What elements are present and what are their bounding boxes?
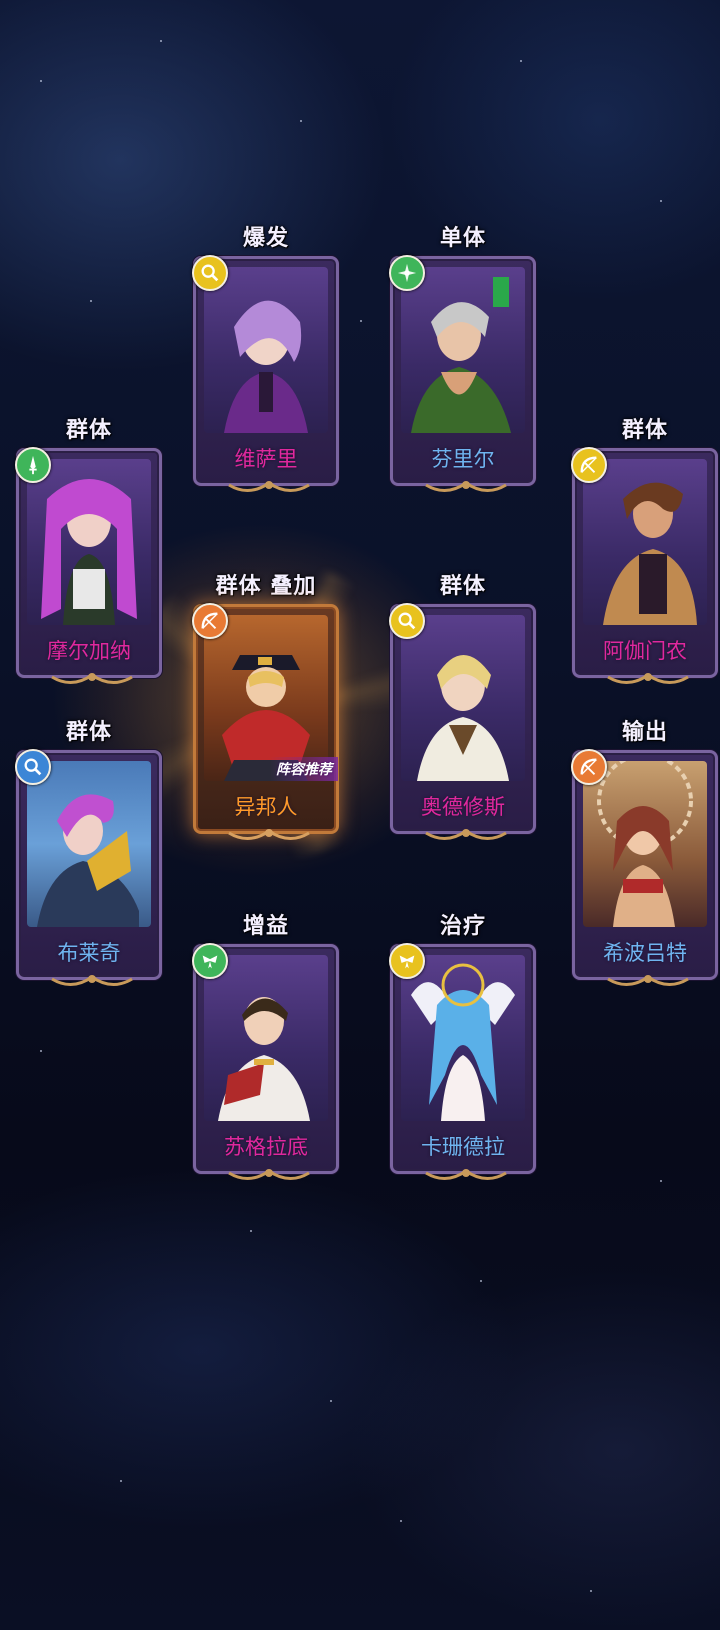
hero-role: 输出 bbox=[621, 719, 668, 745]
hero-card-agamennon[interactable]: 群体 阿伽门农 bbox=[571, 417, 718, 684]
hero-role: 群体 bbox=[439, 573, 486, 599]
hero-role: 群体 bbox=[65, 417, 112, 443]
hero-role: 群体 bbox=[65, 719, 112, 745]
wings-icon bbox=[192, 943, 228, 979]
card-ornament bbox=[228, 481, 310, 492]
card-ornament bbox=[51, 673, 133, 684]
hero-role: 群体 bbox=[621, 417, 668, 443]
hero-name: 维萨里 bbox=[234, 447, 298, 471]
hero-name: 苏格拉底 bbox=[224, 1135, 308, 1159]
hero-name: 芬里尔 bbox=[431, 447, 495, 471]
bow-icon bbox=[571, 447, 607, 483]
card-ornament bbox=[228, 829, 310, 840]
card-ornament bbox=[51, 975, 133, 986]
card-ornament bbox=[607, 673, 689, 684]
hero-name: 异邦人 bbox=[234, 795, 298, 819]
hero-role: 增益 bbox=[242, 913, 289, 939]
hero-card-sugeladi[interactable]: 增益 苏格拉底 bbox=[192, 913, 339, 1180]
hero-name: 摩尔加纳 bbox=[47, 639, 131, 663]
hero-card-xibolute[interactable]: 输出 希波吕特 bbox=[571, 719, 718, 986]
hero-card-moerjiana[interactable]: 群体 摩尔加纳 bbox=[15, 417, 162, 684]
hero-portrait bbox=[204, 955, 328, 1121]
recommend-tag: 阵容推荐 bbox=[270, 757, 338, 781]
card-ornament bbox=[425, 1169, 507, 1180]
hero-portrait bbox=[204, 267, 328, 433]
hero-name: 奥德修斯 bbox=[421, 795, 505, 819]
hero-portrait bbox=[583, 459, 707, 625]
hero-portrait bbox=[401, 267, 525, 433]
hero-portrait bbox=[27, 459, 151, 625]
bow-icon bbox=[192, 603, 228, 639]
magnifier-icon bbox=[192, 255, 228, 291]
hero-card-weisali[interactable]: 爆发 维萨里 bbox=[192, 225, 339, 492]
hero-name: 卡珊德拉 bbox=[421, 1135, 505, 1159]
shuriken-icon bbox=[389, 255, 425, 291]
hero-portrait bbox=[401, 615, 525, 781]
bow-icon bbox=[571, 749, 607, 785]
hero-card-fenlier[interactable]: 单体 芬里尔 bbox=[389, 225, 536, 492]
hero-portrait bbox=[583, 761, 707, 927]
magnifier-icon bbox=[15, 749, 51, 785]
hero-portrait bbox=[27, 761, 151, 927]
hero-card-bulaiqi[interactable]: 群体 布莱奇 bbox=[15, 719, 162, 986]
hero-card-kashandela[interactable]: 治疗 卡珊德拉 bbox=[389, 913, 536, 1180]
card-ornament bbox=[607, 975, 689, 986]
hero-name: 布莱奇 bbox=[57, 941, 121, 965]
hero-role: 爆发 bbox=[242, 225, 289, 251]
hero-role: 单体 bbox=[439, 225, 486, 251]
magnifier-icon bbox=[389, 603, 425, 639]
hero-portrait bbox=[401, 955, 525, 1121]
hero-name: 希波吕特 bbox=[603, 941, 687, 965]
hero-card-aodexiusi[interactable]: 群体 奥德修斯 bbox=[389, 573, 536, 840]
wings-icon bbox=[389, 943, 425, 979]
dagger-icon bbox=[15, 447, 51, 483]
card-ornament bbox=[228, 1169, 310, 1180]
card-ornament bbox=[425, 481, 507, 492]
hero-role: 群体 叠加 bbox=[215, 573, 317, 599]
card-ornament bbox=[425, 829, 507, 840]
hero-card-yibangren[interactable]: 群体 叠加 阵容推荐 异邦人 bbox=[192, 573, 339, 840]
hero-name: 阿伽门农 bbox=[603, 639, 687, 663]
hero-role: 治疗 bbox=[439, 913, 486, 939]
